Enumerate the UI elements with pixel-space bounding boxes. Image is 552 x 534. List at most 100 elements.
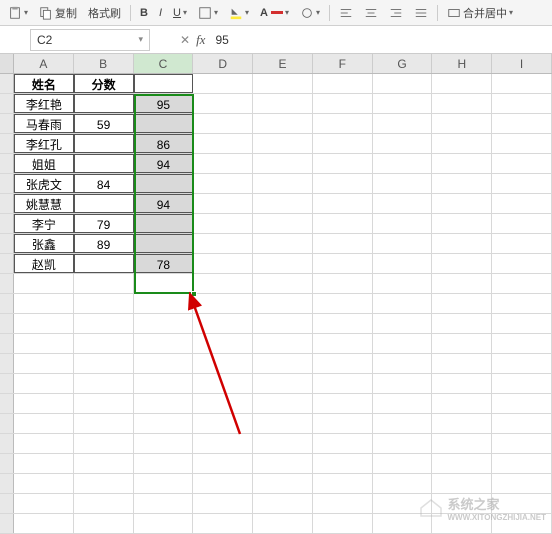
col-header-g[interactable]: G [373,54,433,73]
italic-button[interactable]: I [155,5,166,21]
cell[interactable] [193,394,253,413]
cell-score-b[interactable] [74,154,134,173]
cell[interactable] [313,194,373,213]
cell-c1[interactable] [134,74,194,93]
cell[interactable] [134,274,194,293]
cell[interactable] [313,374,373,393]
cell[interactable] [253,454,313,473]
formula-input[interactable] [211,31,491,49]
cell[interactable] [253,234,313,253]
cell-score-c[interactable]: 95 [134,94,194,113]
fill-color-button[interactable]: ▾ [225,4,253,22]
cell[interactable] [373,254,433,273]
col-header-e[interactable]: E [253,54,313,73]
row-header[interactable] [0,494,14,513]
cell[interactable] [74,294,134,313]
cell[interactable] [14,514,74,533]
cell[interactable] [432,434,492,453]
cell[interactable] [14,314,74,333]
cell[interactable] [492,254,552,273]
cell[interactable] [74,414,134,433]
cell[interactable] [74,374,134,393]
col-header-a[interactable]: A [14,54,74,73]
cell[interactable] [432,474,492,493]
underline-button[interactable]: U▾ [169,5,191,21]
cell[interactable] [492,414,552,433]
cell[interactable] [313,514,373,533]
cell-score-c[interactable]: 78 [134,254,194,273]
cell[interactable] [253,374,313,393]
cell[interactable] [193,114,253,133]
merge-button[interactable]: 合并居中 ▾ [443,3,517,23]
cell[interactable] [373,474,433,493]
cell[interactable] [253,154,313,173]
row-header[interactable] [0,354,14,373]
cell[interactable] [253,354,313,373]
cell[interactable] [14,494,74,513]
cell[interactable] [492,354,552,373]
cell[interactable] [432,254,492,273]
cell-a1[interactable]: 姓名 [14,74,74,93]
cell[interactable] [253,474,313,493]
cell[interactable] [373,414,433,433]
cell[interactable] [313,234,373,253]
row-header[interactable] [0,314,14,333]
cell[interactable] [373,94,433,113]
cell-name[interactable]: 张虎文 [14,174,74,193]
cell[interactable] [492,154,552,173]
cell[interactable] [193,294,253,313]
cell[interactable] [492,114,552,133]
cell[interactable] [193,514,253,533]
copy-button[interactable]: 复制 [35,3,81,23]
cell[interactable] [313,434,373,453]
cell[interactable] [492,294,552,313]
cell[interactable] [432,214,492,233]
font-color-button[interactable]: A ▾ [256,5,293,21]
cell[interactable] [313,314,373,333]
cell[interactable] [134,414,194,433]
cell[interactable] [74,454,134,473]
cell[interactable] [313,214,373,233]
cell[interactable] [373,374,433,393]
cell[interactable] [253,314,313,333]
cell-score-c[interactable] [134,214,194,233]
cell[interactable] [253,94,313,113]
cell[interactable] [253,214,313,233]
cell-score-b[interactable]: 79 [74,214,134,233]
cell[interactable] [134,334,194,353]
col-header-f[interactable]: F [313,54,373,73]
cell[interactable] [432,194,492,213]
cell[interactable] [14,274,74,293]
cell[interactable] [253,394,313,413]
cell[interactable] [193,454,253,473]
cell[interactable] [14,474,74,493]
cell-score-b[interactable]: 89 [74,234,134,253]
cell[interactable] [432,274,492,293]
highlight-button[interactable]: ▾ [296,4,324,22]
cell[interactable] [253,194,313,213]
cell[interactable] [432,314,492,333]
cell[interactable] [253,514,313,533]
cell[interactable] [193,374,253,393]
cell[interactable] [373,154,433,173]
cell[interactable] [193,354,253,373]
align-center-button[interactable] [360,4,382,22]
cell[interactable] [193,314,253,333]
row-header[interactable] [0,114,14,133]
cell-score-b[interactable] [74,254,134,273]
cell-score-b[interactable] [74,94,134,113]
row-header[interactable] [0,174,14,193]
cell[interactable] [432,154,492,173]
cell[interactable] [14,454,74,473]
cell[interactable] [492,434,552,453]
cell[interactable] [313,334,373,353]
cell[interactable] [134,494,194,513]
cell-name[interactable]: 姐姐 [14,154,74,173]
align-right-button[interactable] [385,4,407,22]
cell[interactable] [74,474,134,493]
cell-name[interactable]: 李红艳 [14,94,74,113]
cell[interactable] [14,434,74,453]
cell[interactable] [492,274,552,293]
spreadsheet-grid[interactable]: A B C D E F G H I 姓名 分数 李红艳95马春雨59李红孔86姐… [0,54,552,534]
format-painter-button[interactable]: 格式刷 [84,3,125,23]
